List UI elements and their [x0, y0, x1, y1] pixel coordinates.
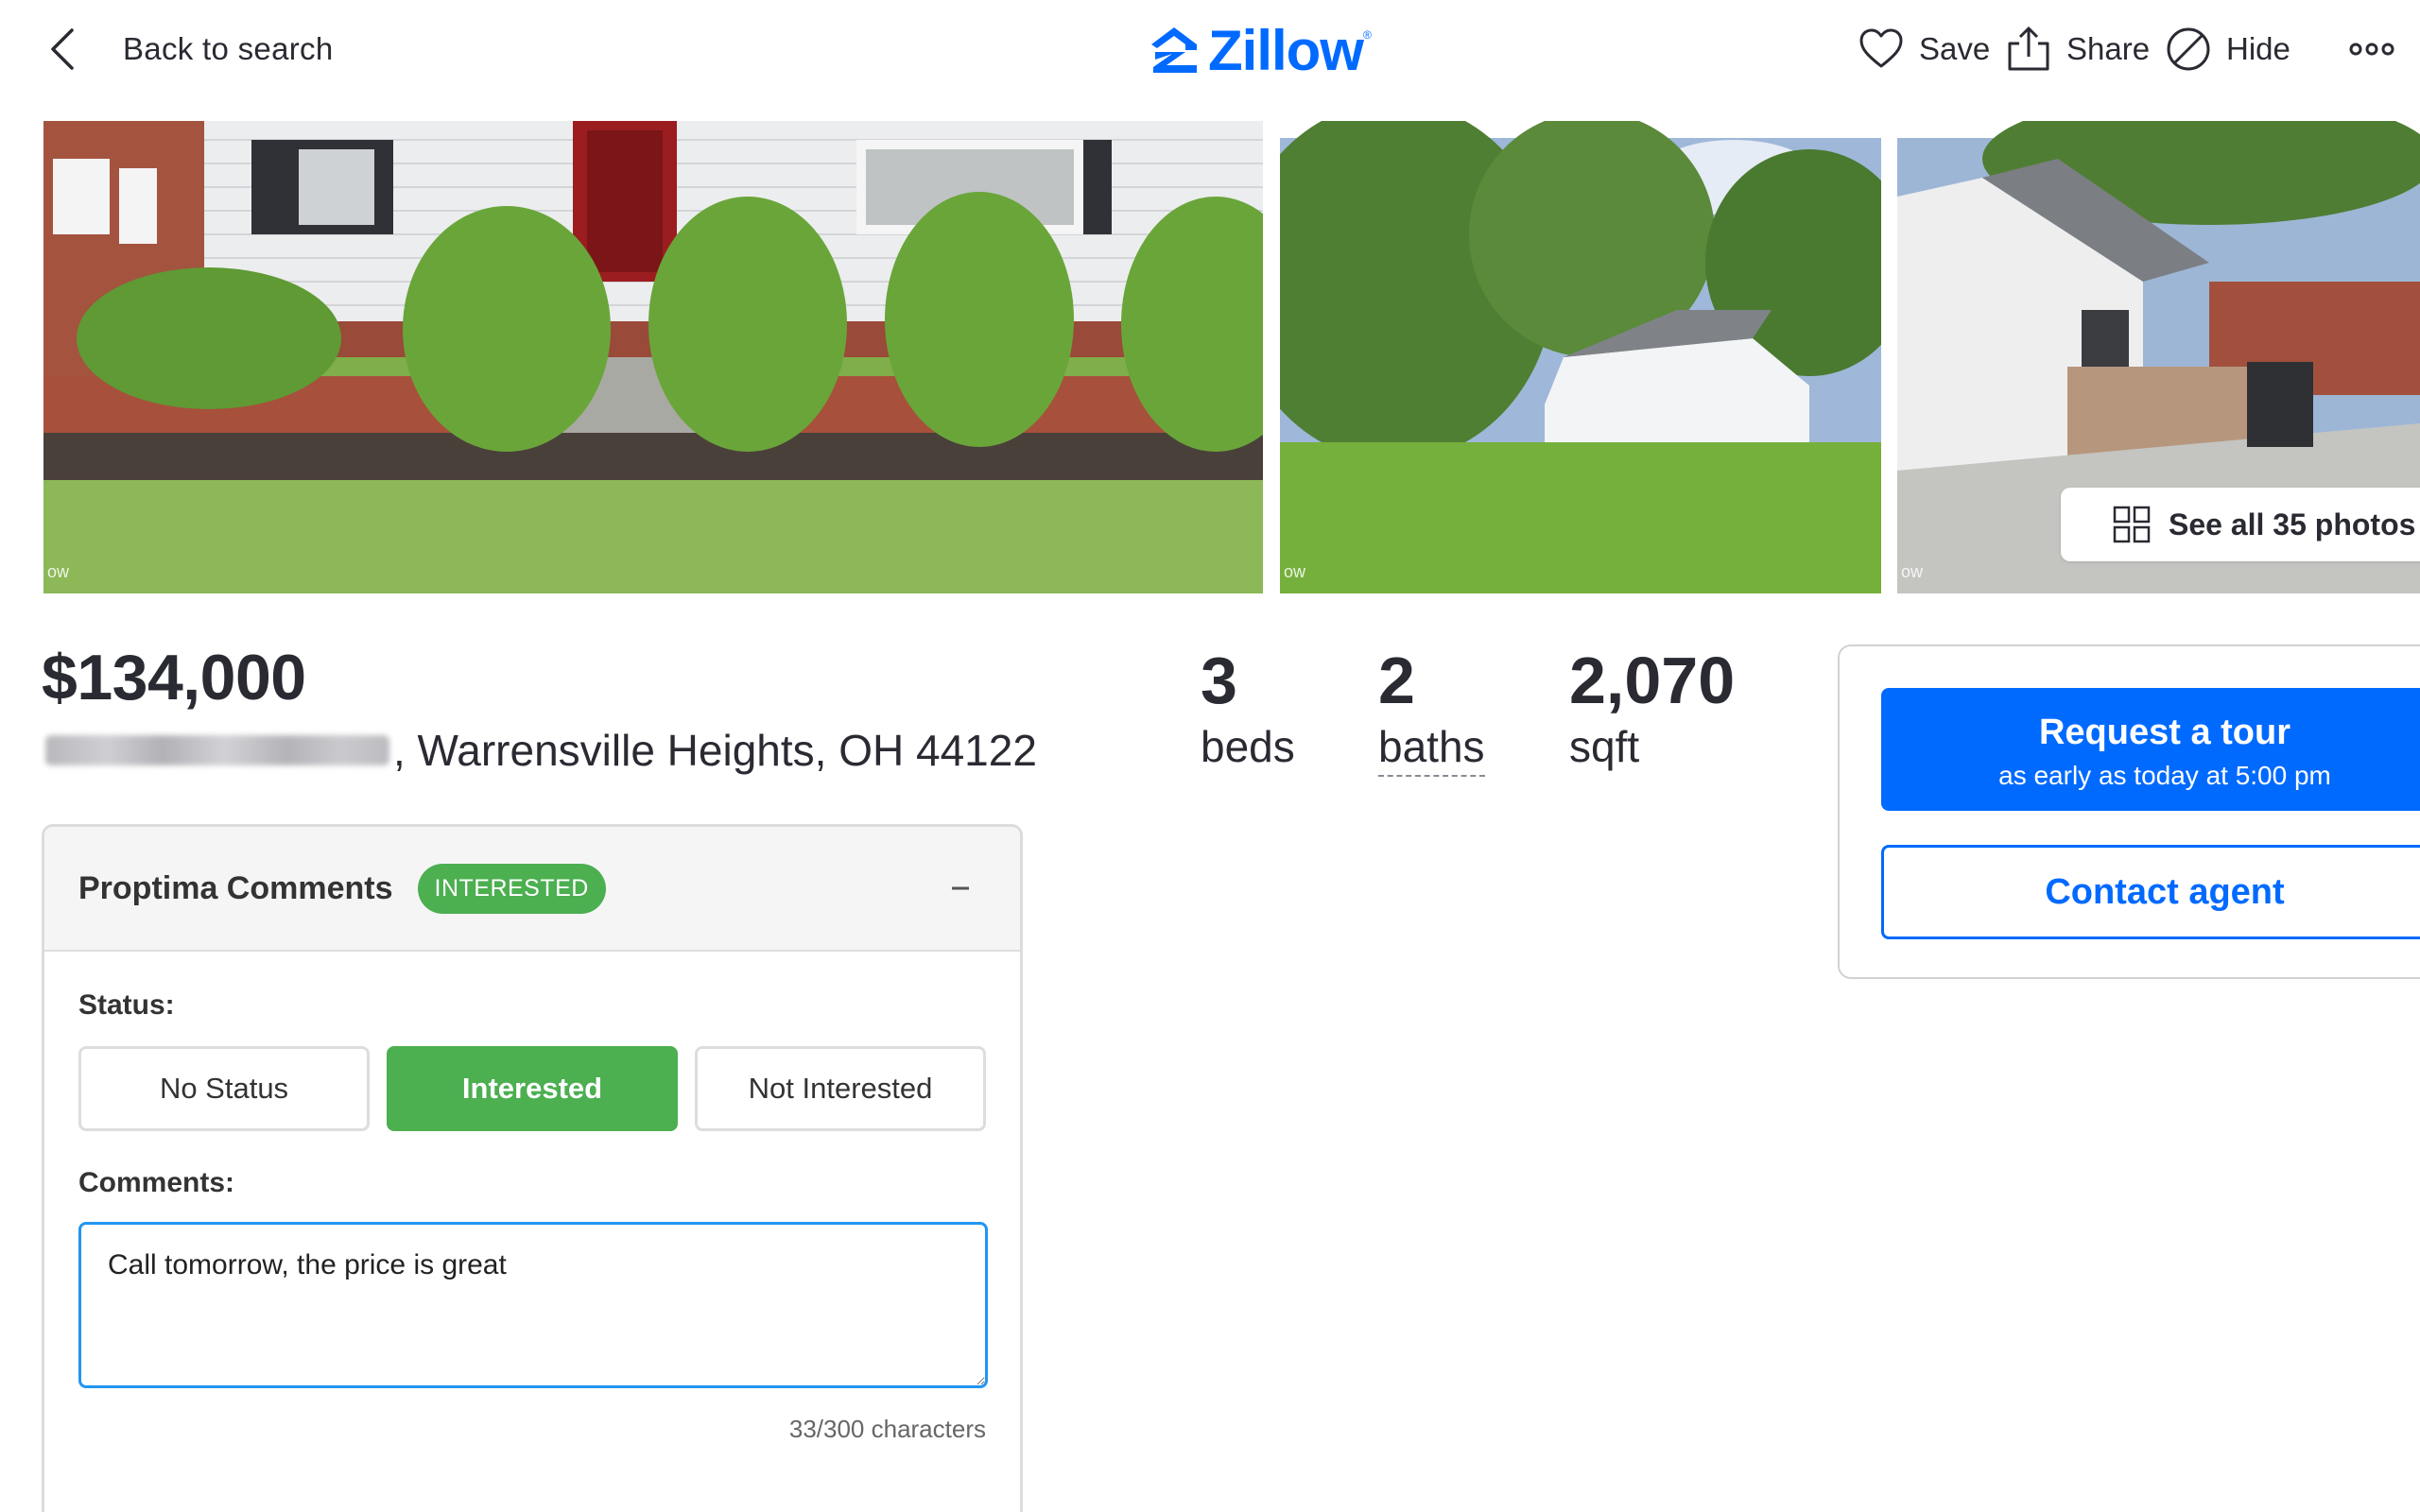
minus-icon: [952, 886, 969, 890]
share-icon: [2008, 26, 2049, 71]
save-label: Save: [1919, 31, 1991, 66]
photo-watermark-3: ow: [1901, 562, 1924, 581]
character-count: 33/300 characters: [788, 1415, 986, 1443]
share-button[interactable]: Share: [2004, 21, 2150, 77]
main-listing-photo[interactable]: ow: [43, 121, 1263, 593]
collapse-button[interactable]: [946, 874, 975, 902]
no-status-button[interactable]: No Status: [78, 1046, 370, 1131]
zillow-logo[interactable]: Zillow ®: [1148, 18, 1372, 82]
address-city-state-zip: , Warrensville Heights, OH 44122: [393, 726, 1037, 775]
baths-fact[interactable]: 2 baths: [1378, 641, 1485, 777]
see-all-photos-button[interactable]: See all 35 photos: [2061, 488, 2420, 561]
sqft-label: sqft: [1569, 722, 1640, 771]
house-front-image: [43, 121, 1263, 593]
request-tour-title: Request a tour: [2038, 713, 2291, 752]
contact-agent-button[interactable]: Contact agent: [1881, 845, 2420, 939]
comments-textarea[interactable]: Call tomorrow, the price is great: [78, 1222, 988, 1388]
photo-watermark-2: ow: [1284, 562, 1306, 581]
not-interested-button[interactable]: Not Interested: [695, 1046, 986, 1131]
baths-count: 2: [1378, 644, 1415, 717]
top-bar: Back to search Zillow ® Save Share Hide: [0, 0, 2420, 98]
chevron-left-icon: [51, 28, 74, 70]
beds-label: beds: [1201, 722, 1295, 771]
status-label: Status:: [78, 989, 175, 1021]
share-label: Share: [2066, 31, 2151, 66]
hide-label: Hide: [2226, 31, 2290, 66]
see-all-photos-label: See all 35 photos: [2169, 507, 2416, 541]
back-to-search-label: Back to search: [123, 31, 334, 66]
interested-button[interactable]: Interested: [387, 1046, 678, 1131]
comments-label: Comments:: [78, 1167, 235, 1198]
garage-yard-image: [1280, 121, 1881, 593]
sqft-fact: 2,070 sqft: [1569, 641, 1735, 773]
proptima-comments-panel: Proptima Comments INTERESTED Status: No …: [42, 824, 1023, 1512]
zillow-logo-text: Zillow: [1208, 18, 1364, 82]
contact-card: Request a tour as early as today at 5:00…: [1838, 644, 2420, 979]
listing-address: , Warrensville Heights, OH 44122: [45, 722, 1037, 779]
heart-icon: [1859, 28, 1903, 68]
hide-button[interactable]: Hide: [2164, 21, 2290, 77]
request-tour-button[interactable]: Request a tour as early as today at 5:00…: [1881, 688, 2420, 811]
request-tour-subtitle: as early as today at 5:00 pm: [1998, 761, 2331, 790]
grid-icon: [2113, 506, 2151, 543]
hide-icon: [2167, 27, 2210, 71]
back-to-search-link[interactable]: Back to search: [42, 19, 333, 79]
photo-watermark: ow: [47, 562, 70, 581]
listing-photo-garage[interactable]: ow: [1280, 121, 1881, 593]
more-icon: [2349, 43, 2394, 56]
panel-header[interactable]: Proptima Comments INTERESTED: [44, 827, 1020, 952]
more-options-button[interactable]: [2348, 21, 2395, 77]
baths-label[interactable]: baths: [1378, 720, 1485, 777]
listing-price: $134,000: [42, 642, 306, 713]
panel-title: Proptima Comments: [78, 869, 393, 906]
status-badge: INTERESTED: [417, 863, 606, 914]
sqft-value: 2,070: [1569, 644, 1736, 717]
beds-fact: 3 beds: [1201, 641, 1295, 773]
save-button[interactable]: Save: [1857, 21, 1990, 77]
zillow-logo-icon: [1151, 27, 1197, 73]
redacted-street-address: [45, 735, 389, 765]
beds-count: 3: [1201, 644, 1237, 717]
registered-mark: ®: [1362, 28, 1372, 42]
